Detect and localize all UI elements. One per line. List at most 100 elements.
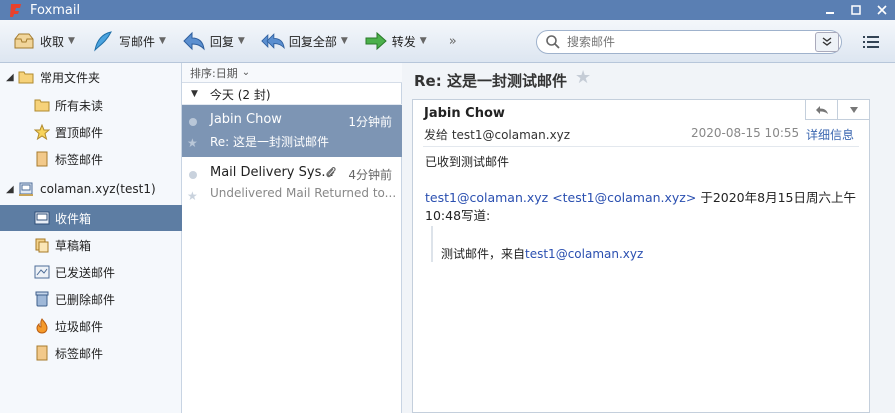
email-link[interactable]: <test1@colaman.xyz> (552, 190, 696, 205)
forward-label: 转发 (391, 34, 416, 49)
close-button[interactable] (869, 0, 895, 20)
star-icon[interactable]: ★ (187, 136, 198, 150)
window-controls (817, 0, 895, 20)
sidebar-item-all-unread[interactable]: 所有未读 (0, 92, 182, 118)
minimize-button[interactable] (817, 0, 843, 20)
folder-icon (18, 69, 34, 85)
quick-reply-button[interactable] (806, 100, 837, 119)
search-input[interactable] (567, 32, 811, 52)
star-icon (34, 124, 50, 140)
reading-pane: Re: 这是一封测试邮件 ★ Jabin Chow 发给 test1@colam… (402, 63, 895, 413)
expand-triangle-icon[interactable]: ◢ (6, 72, 14, 83)
close-icon (877, 5, 887, 15)
inbox-icon (34, 210, 50, 226)
recipient-line[interactable]: 发给 test1@colaman.xyz (424, 126, 570, 143)
sender-name[interactable]: Jabin Chow (424, 106, 505, 121)
email-link[interactable]: test1@colaman.xyz (425, 190, 548, 205)
sidebar-item-label: 已删除邮件 (55, 292, 116, 307)
sidebar-item-tagged-account[interactable]: 标签邮件 (0, 340, 182, 366)
date-group-header[interactable]: ▼ 今天 (2 封) (182, 84, 402, 105)
inbox-tray-icon (12, 29, 36, 53)
forward-arrow-icon (364, 29, 388, 53)
message-time: 1分钟前 (348, 115, 392, 129)
chevron-down-icon[interactable]: ▼ (341, 36, 348, 46)
message-subject: Re: 这是一封测试邮件 (210, 135, 330, 149)
more-tools-button[interactable]: » (449, 34, 457, 49)
minimize-icon (826, 12, 834, 14)
sidebar-item-tagged[interactable]: 标签邮件 (0, 146, 182, 172)
reply-arrow-icon (182, 29, 206, 53)
sidebar-item-label: 置顶邮件 (55, 125, 104, 140)
quote-bar (431, 226, 433, 262)
search-box[interactable] (536, 30, 842, 54)
chevron-down-icon[interactable]: ⌄ (242, 67, 250, 78)
maximize-icon (851, 5, 861, 15)
message-list: 排序:日期 ⌄ ▼ 今天 (2 封) Jabin Chow 1分钟前 ★ Re:… (182, 63, 402, 413)
message-subject: Undelivered Mail Returned to... (210, 186, 396, 200)
sidebar-item-sent[interactable]: 已发送邮件 (0, 259, 182, 285)
collapse-triangle-icon[interactable]: ▼ (191, 89, 198, 99)
star-icon[interactable]: ★ (187, 189, 198, 203)
drafts-icon (34, 237, 50, 253)
receive-button[interactable]: 收取 ▼ (8, 26, 79, 56)
message-row[interactable]: Jabin Chow 1分钟前 ★ Re: 这是一封测试邮件 (182, 105, 402, 157)
message-title: Re: 这是一封测试邮件 (414, 72, 567, 90)
expand-triangle-icon[interactable]: ◢ (6, 184, 14, 195)
sidebar-item-label: 常用文件夹 (40, 70, 101, 85)
reply-all-arrow-icon (261, 29, 285, 53)
read-status-dot-icon[interactable] (189, 118, 197, 126)
chevron-down-icon[interactable]: ▼ (68, 36, 75, 46)
search-icon (546, 35, 560, 49)
email-link[interactable]: test1@colaman.xyz (525, 247, 643, 261)
main-toolbar: 收取 ▼ 写邮件 ▼ 回复 ▼ 回复全部 ▼ 转发 ▼ » (0, 20, 895, 63)
details-link[interactable]: 详细信息 (806, 126, 854, 143)
foxmail-logo-icon (10, 4, 21, 17)
menu-list-icon (863, 36, 879, 48)
trash-icon (34, 291, 50, 307)
bookmark-tag-icon (34, 345, 50, 361)
sidebar-group-common[interactable]: ◢ 常用文件夹 (0, 64, 182, 90)
main-menu-button[interactable] (861, 32, 881, 52)
feather-pen-icon (91, 29, 115, 53)
sidebar-item-label: 收件箱 (55, 211, 92, 226)
sort-bar[interactable]: 排序:日期 ⌄ (182, 63, 402, 83)
reply-arrow-icon (815, 105, 828, 114)
more-actions-button[interactable] (837, 100, 869, 119)
message-sender: Jabin Chow (210, 112, 282, 127)
quoted-body: 测试邮件，来自test1@colaman.xyz (441, 245, 643, 262)
header-divider (423, 146, 859, 147)
app-title: Foxmail (30, 2, 81, 18)
reply-all-label: 回复全部 (288, 34, 337, 49)
message-row[interactable]: Mail Delivery Sys... 4分钟前 ★ Undelivered … (182, 158, 402, 210)
sidebar-item-label: 标签邮件 (55, 346, 104, 361)
message-sender: Mail Delivery Sys... (210, 165, 334, 180)
account-mailbox-icon (18, 181, 34, 197)
attachment-paperclip-icon (325, 166, 337, 182)
sidebar-account[interactable]: ◢ colaman.xyz(test1) (0, 176, 182, 202)
search-options-button[interactable] (815, 32, 839, 52)
sidebar-item-inbox[interactable]: 收件箱 (0, 205, 182, 231)
folder-icon (34, 97, 50, 113)
title-bar: Foxmail (0, 0, 895, 20)
star-icon[interactable]: ★ (575, 67, 591, 88)
sent-icon (34, 264, 50, 280)
message-actions (805, 100, 869, 120)
reply-button[interactable]: 回复 ▼ (178, 26, 249, 56)
double-chevron-down-icon (822, 37, 832, 46)
reply-label: 回复 (209, 34, 234, 49)
chevron-down-icon[interactable]: ▼ (420, 36, 427, 46)
sidebar-item-pinned[interactable]: 置顶邮件 (0, 119, 182, 145)
sidebar-item-drafts[interactable]: 草稿箱 (0, 232, 182, 258)
quote-header: test1@colaman.xyz <test1@colaman.xyz> 于2… (425, 189, 865, 225)
maximize-button[interactable] (843, 0, 869, 20)
sidebar-item-deleted[interactable]: 已删除邮件 (0, 286, 182, 312)
chevron-down-icon[interactable]: ▼ (159, 36, 166, 46)
chevron-down-icon[interactable]: ▼ (238, 36, 245, 46)
read-status-dot-icon[interactable] (189, 171, 197, 179)
bookmark-tag-icon (34, 151, 50, 167)
reply-all-button[interactable]: 回复全部 ▼ (257, 26, 352, 56)
sidebar-item-junk[interactable]: 垃圾邮件 (0, 313, 182, 339)
forward-button[interactable]: 转发 ▼ (360, 26, 431, 56)
compose-button[interactable]: 写邮件 ▼ (87, 26, 170, 56)
sidebar-item-label: 已发送邮件 (55, 265, 116, 280)
